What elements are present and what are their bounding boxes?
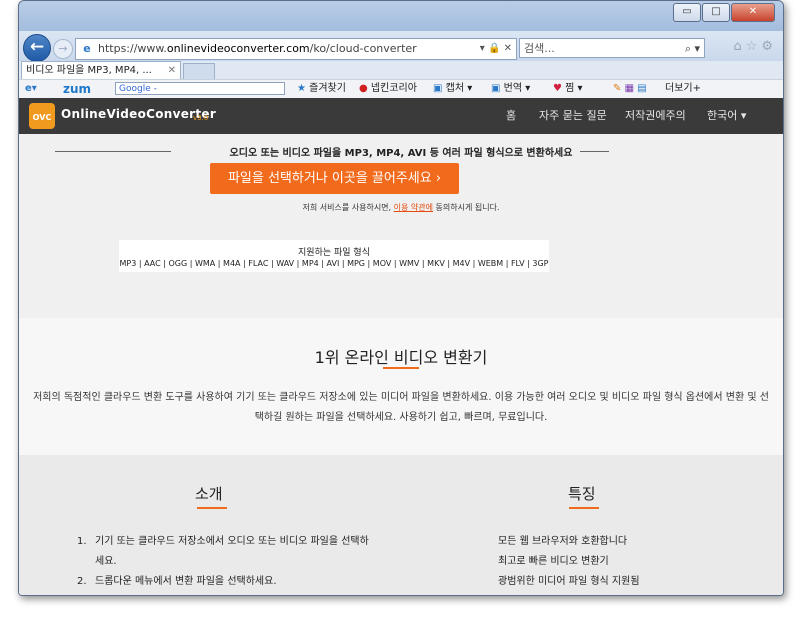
features-underline xyxy=(569,507,599,509)
close-button[interactable]: ✕ xyxy=(731,3,775,22)
terms-notice: 저희 서비스를 사용하시면, 이용 약관에 동의하시게 됩니다. xyxy=(19,202,783,213)
intro-title: 소개 xyxy=(195,485,223,503)
site-version: v3.0 xyxy=(193,114,209,122)
list-item: 광범위한 미디어 파일 형식 지원됨 xyxy=(498,576,640,587)
translate-icon: ▣ xyxy=(491,83,501,94)
choose-file-button[interactable]: 파일을 선택하거나 이곳을 끌어주세요 › xyxy=(210,163,459,194)
search-icon[interactable]: ⌕ ▾ xyxy=(685,39,700,59)
section-description: 저희의 독점적인 클라우드 변환 도구를 사용하여 기기 또는 클라우드 저장소… xyxy=(33,392,769,423)
tab-active[interactable]: 비디오 파일을 MP3, MP4, ... ✕ xyxy=(21,61,181,79)
url-path: /ko/cloud-converter xyxy=(309,42,417,55)
intro-features-section: 소개 1. 기기 또는 클라우드 저장소에서 오디오 또는 비디오 파일을 선택하… xyxy=(19,455,783,595)
ovc-logo-icon[interactable]: OVC xyxy=(29,103,55,129)
favorites-button[interactable]: ★ 즐겨찾기 xyxy=(297,80,346,98)
intro-underline xyxy=(197,507,227,509)
maximize-button[interactable]: □ xyxy=(702,3,730,22)
capture-label: 캡처 ▾ xyxy=(445,83,473,94)
wishlist-label: 찜 ▾ xyxy=(565,83,583,94)
supported-formats-box: 지원하는 파일 형식 MP3 | AAC | OGG | WMA | M4A |… xyxy=(119,240,549,272)
napkin-label: 넵킨코리아 xyxy=(370,83,417,94)
tab-row: 비디오 파일을 MP3, MP4, ... ✕ xyxy=(19,61,783,80)
title-underline xyxy=(383,367,419,369)
address-row: ← → e https://www.onlinevideoconverter.co… xyxy=(19,31,783,62)
back-button[interactable]: ← xyxy=(23,34,51,62)
misc-icons[interactable]: ✎ ▦ ▤ xyxy=(613,80,647,98)
intro-list: 1. 기기 또는 클라우드 저장소에서 오디오 또는 비디오 파일을 선택하세요.… xyxy=(77,532,377,592)
list-item: 2. 드롭다운 메뉴에서 변환 파일을 선택하세요. xyxy=(77,576,277,587)
home-favorites-settings-icons[interactable]: ⌂☆⚙ xyxy=(733,39,777,54)
google-search-input[interactable]: Google - xyxy=(115,82,285,95)
tab-close-icon[interactable]: ✕ xyxy=(168,62,176,79)
star-icon: ★ xyxy=(297,83,306,94)
list-item: 1. 기기 또는 클라우드 저장소에서 오디오 또는 비디오 파일을 선택하세요. xyxy=(77,536,369,567)
new-tab-button[interactable] xyxy=(183,63,215,80)
hero-title: 오디오 또는 비디오 파일을 MP3, MP4, AVI 등 여러 파일 형식으… xyxy=(19,144,783,159)
zum-logo[interactable]: zum xyxy=(63,80,91,98)
tab-title: 비디오 파일을 MP3, MP4, ... xyxy=(26,65,152,76)
logo-badge-text: OVC xyxy=(32,113,52,122)
nav-language[interactable]: 한국어 ▾ xyxy=(707,98,746,134)
napkin-button[interactable]: ● 넵킨코리아 xyxy=(359,80,417,98)
formats-list: MP3 | AAC | OGG | WMA | M4A | FLAC | WAV… xyxy=(119,259,549,268)
url-domain: onlinevideoconverter.com xyxy=(166,42,310,55)
site-navbar: OVC OnlineVideoConverter v3.0 홈 자주 묻는 질문… xyxy=(19,98,783,134)
terms-text-post: 동의하시게 됩니다. xyxy=(432,203,500,212)
section-title: 1위 온라인 비디오 변환기 xyxy=(314,348,488,367)
list-item: 모든 웹 브라우저와 호환합니다 xyxy=(498,536,628,547)
url-prefix: https://www. xyxy=(98,42,167,55)
ie-menu-icon[interactable]: e▾ xyxy=(25,80,37,98)
google-placeholder: Google - xyxy=(119,84,157,94)
capture-button[interactable]: ▣ 캡처 ▾ xyxy=(433,80,472,98)
window-controls: ▭ □ ✕ xyxy=(672,3,775,22)
about-section: 1위 온라인 비디오 변환기 저희의 독점적인 클라우드 변환 도구를 사용하여… xyxy=(19,318,783,455)
heart-icon: ♥ xyxy=(553,83,562,94)
address-tools[interactable]: ▾ 🔒 ✕ xyxy=(480,39,512,59)
forward-button[interactable]: → xyxy=(53,39,73,59)
terms-text-pre: 저희 서비스를 사용하시면, xyxy=(302,203,394,212)
addon-toolbar: e▾ zum Google - ★ 즐겨찾기 ● 넵킨코리아 ▣ 캡처 ▾ ▣ … xyxy=(19,79,783,99)
terms-link[interactable]: 이용 약관에 xyxy=(394,203,433,212)
browser-window: ▭ □ ✕ ← → e https://www.onlinevideoconver… xyxy=(18,0,784,596)
search-placeholder: 검색... xyxy=(524,42,555,55)
napkin-icon: ● xyxy=(359,83,368,94)
wishlist-button[interactable]: ♥ 찜 ▾ xyxy=(553,80,583,98)
translate-label: 번역 ▾ xyxy=(503,83,531,94)
search-input[interactable]: 검색... ⌕ ▾ xyxy=(519,38,705,58)
title-bar: ▭ □ ✕ xyxy=(19,1,783,31)
favorites-label: 즐겨찾기 xyxy=(309,83,346,94)
address-bar[interactable]: e https://www.onlinevideoconverter.com/ko… xyxy=(75,38,517,60)
nav-home[interactable]: 홈 xyxy=(506,98,516,134)
minimize-button[interactable]: ▭ xyxy=(673,3,701,22)
list-item: 최고로 빠른 비디오 변환기 xyxy=(498,556,609,567)
formats-heading: 지원하는 파일 형식 xyxy=(298,248,370,258)
nav-copyright[interactable]: 저작권에주의 xyxy=(625,98,686,134)
page-viewport: OVC OnlineVideoConverter v3.0 홈 자주 묻는 질문… xyxy=(19,98,783,595)
translate-button[interactable]: ▣ 번역 ▾ xyxy=(491,80,530,98)
features-list: 모든 웹 브라우저와 호환합니다 최고로 빠른 비디오 변환기 광범위한 미디어… xyxy=(498,532,738,592)
ie-logo-icon: e xyxy=(83,42,91,55)
features-title: 특징 xyxy=(568,485,596,503)
capture-icon: ▣ xyxy=(433,83,443,94)
more-button[interactable]: 더보기+ xyxy=(665,80,701,98)
nav-faq[interactable]: 자주 묻는 질문 xyxy=(539,98,607,134)
